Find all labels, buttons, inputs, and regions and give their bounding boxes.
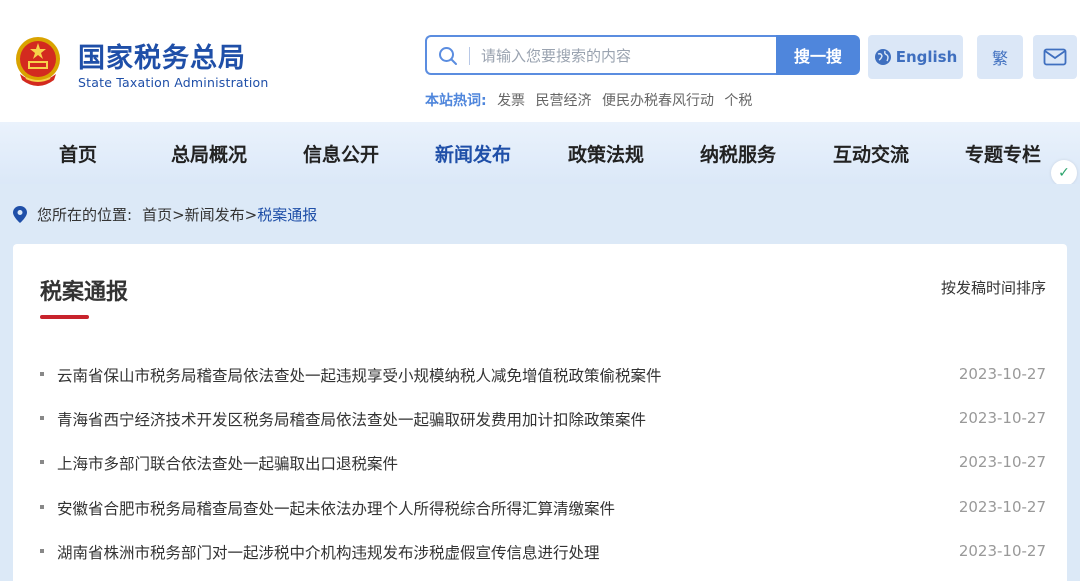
sort-by-date-link[interactable]: 按发稿时间排序	[941, 277, 1046, 298]
search-box	[425, 35, 777, 75]
check-badge-icon[interactable]: ✓	[1051, 160, 1077, 186]
nav-item-topics[interactable]: 专题专栏	[965, 140, 1041, 167]
nav-item-policy[interactable]: 政策法规	[568, 140, 644, 167]
search-icon	[439, 47, 457, 65]
site-logo-subtitle[interactable]: State Taxation Administration	[78, 75, 269, 90]
english-button[interactable]: English	[868, 35, 963, 79]
hot-word-link[interactable]: 民营经济	[536, 93, 592, 109]
breadcrumb-trail: 您所在的位置: 首页>新闻发布>税案通报	[37, 204, 317, 225]
site-logo-title[interactable]: 国家税务总局	[78, 36, 246, 75]
news-date: 2023-10-27	[958, 542, 1046, 560]
hot-word-link[interactable]: 便民办税春风行动	[602, 93, 714, 109]
breadcrumb-label: 您所在的位置:	[37, 206, 133, 224]
news-title-link[interactable]: 上海市多部门联合依法查处一起骗取出口退税案件	[57, 452, 398, 474]
nav-item-overview[interactable]: 总局概况	[171, 140, 247, 167]
page-title: 税案通报	[40, 280, 129, 305]
traditional-chinese-button[interactable]: 繁	[977, 35, 1023, 79]
site-header: 国家税务总局 State Taxation Administration 搜一搜…	[0, 0, 1080, 122]
hot-words-label: 本站热词:	[425, 93, 487, 109]
news-date: 2023-10-27	[958, 365, 1046, 383]
news-title-link[interactable]: 湖南省株洲市税务部门对一起涉税中介机构违规发布涉税虚假宣传信息进行处理	[57, 541, 600, 563]
news-date: 2023-10-27	[958, 498, 1046, 516]
mail-icon	[1043, 48, 1067, 66]
bullet-icon	[40, 416, 44, 420]
nav-item-interaction[interactable]: 互动交流	[833, 140, 909, 167]
globe-icon	[874, 49, 891, 65]
search-button[interactable]: 搜一搜	[776, 35, 860, 75]
list-item[interactable]: 云南省保山市税务局稽查局依法查处一起违规享受小规模纳税人减免增值税政策偷税案件 …	[13, 354, 1067, 398]
breadcrumb-section[interactable]: 新闻发布	[185, 206, 245, 224]
english-button-label: English	[895, 48, 958, 66]
nav-item-disclosure[interactable]: 信息公开	[303, 140, 379, 167]
news-date: 2023-10-27	[958, 409, 1046, 427]
nav-item-news[interactable]: 新闻发布	[435, 140, 511, 167]
nav-item-home[interactable]: 首页	[59, 140, 97, 167]
breadcrumb-separator: >	[244, 206, 258, 224]
list-item[interactable]: 安徽省合肥市税务局稽查局查处一起未依法办理个人所得税综合所得汇算清缴案件 202…	[13, 487, 1067, 531]
list-item[interactable]: 上海市多部门联合依法查处一起骗取出口退税案件 2023-10-27	[13, 442, 1067, 486]
list-item[interactable]: 青海省西宁经济技术开发区税务局稽查局依法查处一起骗取研发费用加计扣除政策案件 2…	[13, 398, 1067, 442]
content-panel: 税案通报 按发稿时间排序 云南省保山市税务局稽查局依法查处一起违规享受小规模纳税…	[13, 244, 1067, 581]
location-pin-icon	[13, 206, 27, 223]
bullet-icon	[40, 372, 44, 376]
national-emblem-icon[interactable]	[12, 34, 64, 90]
news-title-link[interactable]: 云南省保山市税务局稽查局依法查处一起违规享受小规模纳税人减免增值税政策偷税案件	[57, 364, 662, 386]
nav-item-service[interactable]: 纳税服务	[700, 140, 776, 167]
breadcrumb: 您所在的位置: 首页>新闻发布>税案通报	[0, 184, 1080, 244]
news-title-link[interactable]: 青海省西宁经济技术开发区税务局稽查局依法查处一起骗取研发费用加计扣除政策案件	[57, 408, 646, 430]
news-date: 2023-10-27	[958, 453, 1046, 471]
bullet-icon	[40, 505, 44, 509]
mail-button[interactable]	[1033, 35, 1077, 79]
hot-words: 本站热词: 发票 民营经济 便民办税春风行动 个税	[425, 90, 752, 110]
breadcrumb-current[interactable]: 税案通报	[257, 206, 317, 224]
breadcrumb-separator: >	[172, 206, 185, 224]
news-title-link[interactable]: 安徽省合肥市税务局稽查局查处一起未依法办理个人所得税综合所得汇算清缴案件	[57, 497, 615, 519]
search-input[interactable]	[481, 45, 761, 67]
main-nav: 首页 总局概况 信息公开 新闻发布 政策法规 纳税服务 互动交流 专题专栏	[0, 122, 1080, 184]
hot-word-link[interactable]: 发票	[497, 93, 525, 109]
bullet-icon	[40, 460, 44, 464]
title-underline	[40, 315, 89, 319]
breadcrumb-home[interactable]: 首页	[142, 206, 172, 224]
list-item[interactable]: 湖南省株洲市税务部门对一起涉税中介机构违规发布涉税虚假宣传信息进行处理 2023…	[13, 531, 1067, 575]
search-divider	[469, 47, 470, 65]
bullet-icon	[40, 549, 44, 553]
hot-word-link[interactable]: 个税	[724, 93, 752, 109]
